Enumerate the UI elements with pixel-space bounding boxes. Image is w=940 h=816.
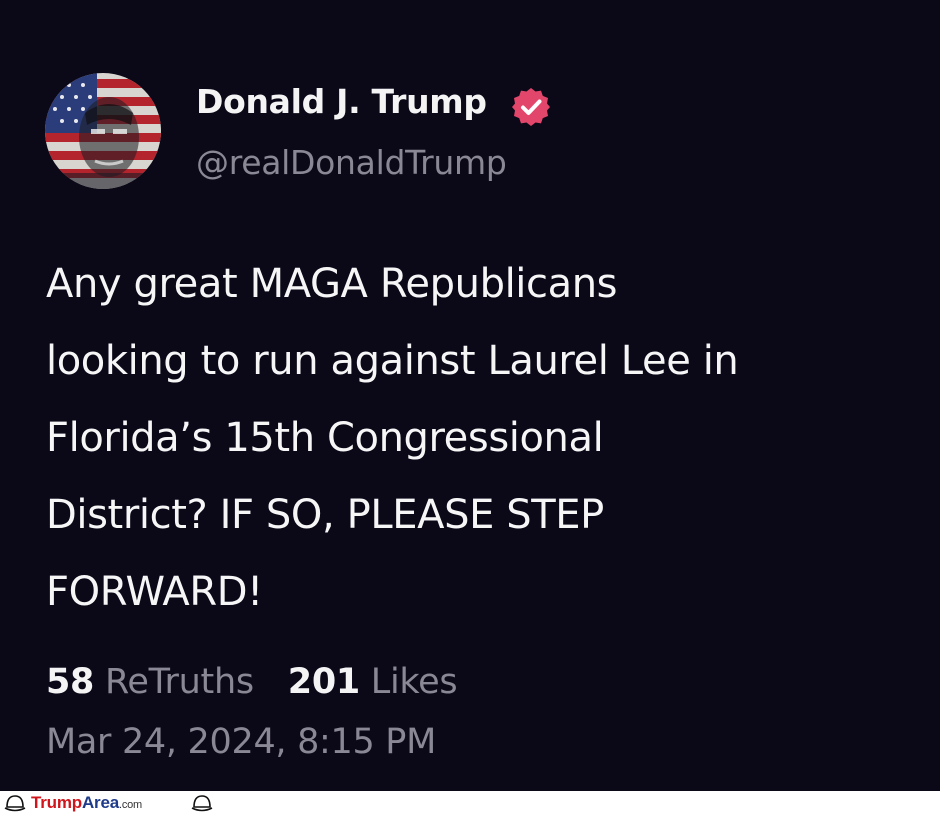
- hat-icon: [191, 795, 213, 812]
- post-timestamp: Mar 24, 2024, 8:15 PM: [46, 722, 436, 762]
- likes-label: Likes: [370, 662, 458, 702]
- retruths-count: 58: [46, 662, 95, 702]
- post-body: Any great MAGA Republicans looking to ru…: [46, 246, 906, 631]
- post-body-line: Florida’s 15th Congressional: [46, 415, 604, 461]
- author-name[interactable]: Donald J. Trump: [196, 82, 487, 121]
- watermark-part2: Area: [81, 793, 119, 812]
- watermark-text: TrumpArea.com: [31, 793, 142, 813]
- post-body-line: Any great MAGA Republicans: [46, 261, 618, 307]
- post-body-line: District? IF SO, PLEASE STEP: [46, 492, 604, 538]
- watermark-part3: .com: [118, 799, 143, 811]
- watermark: TrumpArea.com: [0, 791, 940, 816]
- post-body-line: looking to run against Laurel Lee in: [46, 338, 739, 384]
- watermark-part1: Trump: [31, 793, 82, 812]
- post-card: Donald J. Trump @realDonaldTrump Any gre…: [0, 0, 940, 791]
- likes-count: 201: [287, 662, 360, 702]
- verified-badge-icon: [510, 86, 552, 128]
- avatar[interactable]: [45, 73, 161, 189]
- avatar-flag-portrait: [45, 73, 161, 189]
- retruths-stat[interactable]: 58 ReTruths: [46, 662, 254, 702]
- author-handle[interactable]: @realDonaldTrump: [196, 143, 507, 182]
- stats-row: 58 ReTruths 201 Likes: [46, 662, 458, 702]
- hat-icon: [4, 795, 26, 812]
- likes-stat[interactable]: 201 Likes: [288, 662, 458, 702]
- retruths-label: ReTruths: [104, 662, 254, 702]
- post-body-line: FORWARD!: [46, 569, 263, 615]
